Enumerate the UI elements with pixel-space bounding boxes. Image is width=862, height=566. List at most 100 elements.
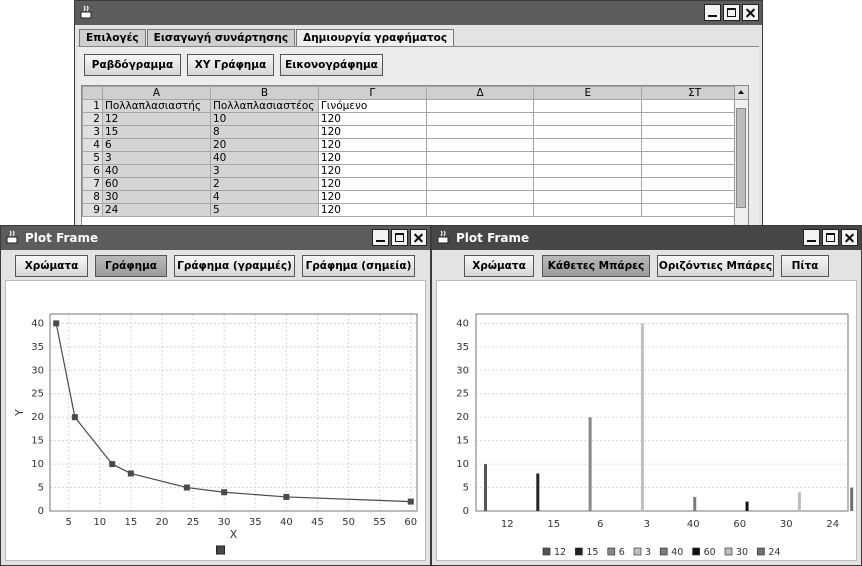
table-cell[interactable]: 120 [317,138,427,152]
maximize-icon[interactable] [822,229,839,246]
table-cell[interactable]: 120 [317,203,427,217]
table-cell[interactable]: 10 [209,112,319,126]
xy-chart-button[interactable]: XY Γράφημα [187,54,274,76]
table-cell[interactable]: 12 [101,112,211,126]
table-cell[interactable]: 40 [209,151,319,165]
row-number[interactable]: 1 [82,99,103,113]
table-cell[interactable]: 3 [101,151,211,165]
table-cell[interactable]: 120 [317,125,427,139]
colors-button[interactable]: Χρώματα [15,255,88,277]
table-cell[interactable] [533,164,643,178]
row-number[interactable]: 6 [82,164,103,178]
table-cell[interactable] [425,151,535,165]
row-number[interactable]: 3 [82,125,103,139]
table-cell[interactable] [641,151,748,165]
table-cell[interactable]: 120 [317,112,427,126]
scroll-up-arrow-icon[interactable] [735,86,748,100]
table-cell[interactable] [641,112,748,126]
table-cell[interactable] [641,177,748,191]
table-cell[interactable] [425,125,535,139]
table-cell[interactable]: 2 [209,177,319,191]
minimize-icon[interactable] [803,229,820,246]
minimize-icon[interactable] [704,4,721,21]
table-cell[interactable]: 120 [317,190,427,204]
tab-function-input[interactable]: Εισαγωγή συνάρτησης [146,29,296,46]
table-cell[interactable] [641,203,748,217]
column-header[interactable]: ΣΤ [641,86,748,100]
table-cell[interactable] [425,190,535,204]
table-cell[interactable]: 3 [209,164,319,178]
column-header[interactable]: B [209,86,319,100]
chart-lines-button[interactable]: Γράφημα (γραμμές) [174,255,295,277]
bar-chart-button[interactable]: Ραβδόγραμμα [84,54,181,76]
title-bar[interactable]: Plot Frame [432,226,861,250]
table-cell[interactable]: Πολλαπλασιαστής [101,99,211,113]
table-cell[interactable]: 8 [209,125,319,139]
table-cell[interactable]: Πολλαπλασιαστέος [209,99,319,113]
table-cell[interactable]: 20 [209,138,319,152]
table-cell[interactable] [425,164,535,178]
table-cell[interactable]: 40 [101,164,211,178]
column-header[interactable]: A [101,86,211,100]
column-header[interactable]: Ε [533,86,643,100]
maximize-icon[interactable] [391,229,408,246]
table-cell[interactable] [641,164,748,178]
table-cell[interactable] [425,203,535,217]
table-cell[interactable] [533,99,643,113]
chart-button[interactable]: Γράφημα [95,255,167,277]
table-cell[interactable] [425,112,535,126]
table-cell[interactable]: 120 [317,164,427,178]
minimize-icon[interactable] [372,229,389,246]
table-cell[interactable] [533,112,643,126]
table-cell[interactable] [533,177,643,191]
table-cell[interactable] [533,190,643,204]
table-cell[interactable]: 24 [101,203,211,217]
table-cell[interactable]: 120 [317,177,427,191]
table-cell[interactable]: Γινόμενο [317,99,427,113]
close-icon[interactable] [742,4,759,21]
table-cell[interactable] [425,138,535,152]
row-number[interactable]: 4 [82,138,103,152]
table-cell[interactable]: 6 [101,138,211,152]
table-cell[interactable] [641,99,748,113]
vertical-bars-button[interactable]: Κάθετες Μπάρες [542,255,650,277]
table-cell[interactable] [641,138,748,152]
row-number[interactable]: 7 [82,177,103,191]
table-cell[interactable] [533,125,643,139]
vertical-scrollbar[interactable] [734,86,748,228]
row-number[interactable]: 2 [82,112,103,126]
table-cell[interactable]: 60 [101,177,211,191]
corner-cell[interactable] [82,86,103,100]
table-cell[interactable]: 30 [101,190,211,204]
close-icon[interactable] [410,229,427,246]
title-bar[interactable] [75,1,762,25]
tab-create-chart[interactable]: Δημιουργία γραφήματος [296,29,455,47]
tab-options[interactable]: Επιλογές [79,29,146,46]
column-header[interactable]: Γ [317,86,427,100]
row-number[interactable]: 5 [82,151,103,165]
table-cell[interactable] [641,190,748,204]
row-number[interactable]: 9 [82,203,103,217]
table-cell[interactable]: 4 [209,190,319,204]
table-cell[interactable] [533,203,643,217]
table-cell[interactable] [533,151,643,165]
horizontal-bars-button[interactable]: Οριζόντιες Μπάρες [657,255,774,277]
table-cell[interactable] [425,99,535,113]
table-cell[interactable]: 15 [101,125,211,139]
table-cell[interactable] [533,138,643,152]
maximize-icon[interactable] [723,4,740,21]
row-number[interactable]: 8 [82,190,103,204]
chart-points-button[interactable]: Γράφημα (σημεία) [302,255,415,277]
table-cell[interactable] [425,177,535,191]
spreadsheet-grid[interactable]: A B Γ Δ Ε ΣΤ 1 Πολλαπλασιαστής Πολλαπλασια… [81,85,749,229]
colors-button[interactable]: Χρώματα [464,255,534,277]
table-cell[interactable]: 5 [209,203,319,217]
pictogram-button[interactable]: Εικονογράφημα [280,54,383,76]
title-bar[interactable]: Plot Frame [1,226,430,250]
close-icon[interactable] [841,229,858,246]
table-cell[interactable]: 120 [317,151,427,165]
column-header[interactable]: Δ [425,86,535,100]
table-cell[interactable] [641,125,748,139]
scroll-thumb[interactable] [736,108,746,208]
pie-button[interactable]: Πίτα [781,255,829,277]
